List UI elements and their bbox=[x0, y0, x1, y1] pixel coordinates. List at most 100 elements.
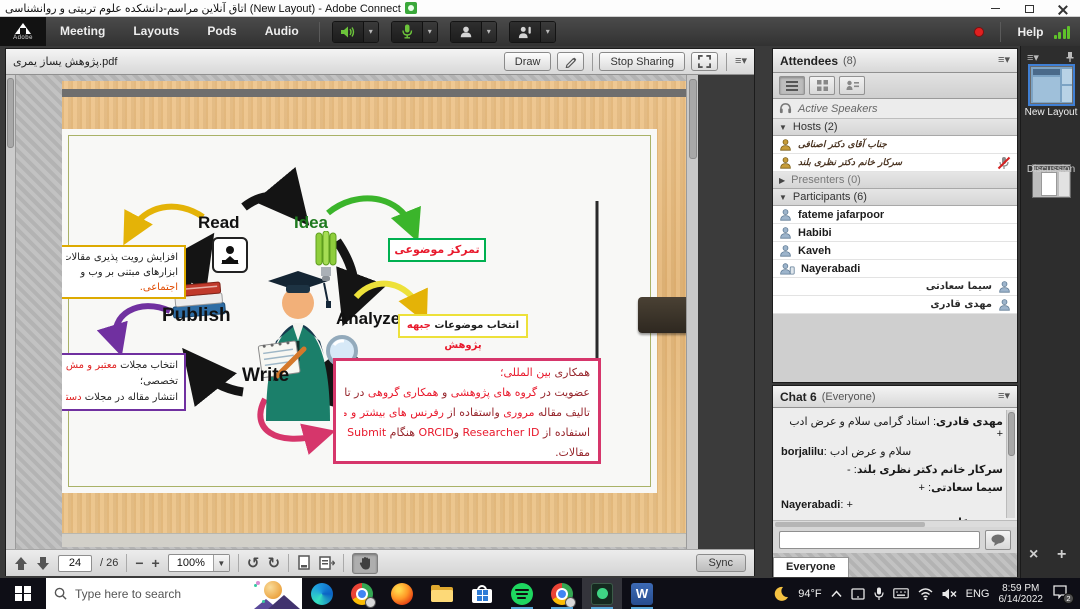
sync-button[interactable]: Sync bbox=[696, 554, 746, 572]
attendees-header: Attendees (8) ≡▾ bbox=[773, 49, 1017, 73]
webcam-button[interactable] bbox=[451, 22, 481, 42]
vertical-scrollbar-right[interactable] bbox=[686, 75, 698, 549]
participant-row[interactable]: مهدی قادری bbox=[773, 296, 1017, 314]
recording-indicator-icon[interactable] bbox=[974, 27, 984, 37]
participant-row[interactable]: Nayerabadi bbox=[773, 260, 1017, 278]
tablet-icon[interactable] bbox=[851, 588, 865, 600]
list-view-button[interactable] bbox=[779, 76, 805, 95]
taskbar-chrome-profile[interactable] bbox=[542, 578, 582, 609]
wifi-icon[interactable] bbox=[918, 588, 933, 600]
zoom-in-button[interactable]: + bbox=[152, 556, 160, 570]
microphone-button[interactable] bbox=[392, 22, 422, 42]
menu-layouts[interactable]: Layouts bbox=[119, 17, 193, 46]
clock[interactable]: 8:59 PM 6/14/2022 bbox=[999, 583, 1044, 605]
pointer-tool-button[interactable] bbox=[557, 52, 584, 71]
fullscreen-button[interactable] bbox=[691, 52, 718, 71]
scrollbar-thumb[interactable] bbox=[689, 79, 697, 159]
action-center-button[interactable]: 2 bbox=[1052, 585, 1072, 603]
fit-width-button[interactable] bbox=[319, 555, 335, 571]
participant-row[interactable]: Kaveh bbox=[773, 242, 1017, 260]
page-number-input[interactable] bbox=[58, 555, 92, 572]
start-button[interactable] bbox=[0, 578, 46, 609]
taskbar-search[interactable]: Type here to search bbox=[46, 578, 302, 609]
breakout-view-button[interactable] bbox=[809, 76, 835, 95]
zoom-select[interactable]: 100% ▼ bbox=[168, 554, 230, 572]
participant-row[interactable]: سیما سعادتی bbox=[773, 278, 1017, 296]
zoom-dropdown-caret[interactable]: ▼ bbox=[213, 555, 229, 571]
taskbar-store[interactable] bbox=[462, 578, 502, 609]
speaker-button[interactable] bbox=[333, 22, 363, 42]
webcam-dropdown[interactable]: ▾ bbox=[481, 22, 496, 42]
rotate-left-button[interactable]: ↺ bbox=[247, 556, 260, 571]
menu-pods[interactable]: Pods bbox=[193, 17, 250, 46]
vertical-scrollbar-left[interactable] bbox=[6, 75, 16, 549]
temperature-label[interactable]: 94°F bbox=[798, 588, 821, 600]
layout-label-discussion[interactable]: Discussion bbox=[1021, 164, 1080, 175]
connection-status-icon[interactable] bbox=[1054, 25, 1071, 39]
scrollbar-thumb[interactable] bbox=[7, 78, 14, 148]
hand-icon bbox=[359, 556, 372, 570]
participant-row[interactable]: Habibi bbox=[773, 224, 1017, 242]
volume-muted-icon[interactable] bbox=[942, 588, 957, 600]
scrollbar-thumb[interactable] bbox=[1008, 412, 1015, 456]
raise-hand-button[interactable] bbox=[510, 22, 540, 42]
collapse-triangle-icon: ▼ bbox=[779, 123, 787, 132]
touch-keyboard-icon[interactable] bbox=[893, 588, 909, 600]
previous-page-button[interactable] bbox=[14, 556, 28, 571]
chat-message-input[interactable] bbox=[779, 531, 980, 549]
menu-audio[interactable]: Audio bbox=[251, 17, 313, 46]
chat-horizontal-scrollbar[interactable] bbox=[773, 520, 1017, 527]
speaker-dropdown[interactable]: ▾ bbox=[363, 22, 378, 42]
zoom-out-button[interactable]: − bbox=[135, 556, 143, 570]
participant-row[interactable]: fateme jafarpoor bbox=[773, 206, 1017, 224]
chat-vertical-scrollbar[interactable] bbox=[1006, 410, 1015, 518]
status-view-button[interactable] bbox=[839, 76, 865, 95]
fit-page-button[interactable] bbox=[297, 555, 311, 571]
help-menu[interactable]: Help bbox=[1017, 25, 1043, 39]
microphone-dropdown[interactable]: ▾ bbox=[422, 22, 437, 42]
layout-label-new-layout[interactable]: New Layout bbox=[1021, 107, 1080, 118]
layout-thumbnail-new-layout[interactable] bbox=[1030, 66, 1073, 104]
stop-sharing-button[interactable]: Stop Sharing bbox=[599, 52, 685, 71]
taskbar-file-explorer[interactable] bbox=[422, 578, 462, 609]
chat-tab-everyone[interactable]: Everyone bbox=[773, 557, 849, 577]
host-row[interactable]: سرکار خانم دکتر نظری بلند bbox=[773, 154, 1017, 172]
host-row[interactable]: جناب آقای دکتر اصنافی bbox=[773, 136, 1017, 154]
attendees-pod-menu-button[interactable]: ≡▾ bbox=[998, 55, 1010, 66]
send-message-button[interactable] bbox=[985, 530, 1011, 550]
language-indicator[interactable]: ENG bbox=[966, 588, 990, 600]
participants-section-header[interactable]: ▼ Participants (6) bbox=[773, 189, 1017, 206]
status-dropdown[interactable]: ▾ bbox=[540, 22, 555, 42]
chat-pod-menu-button[interactable]: ≡▾ bbox=[998, 391, 1010, 402]
close-button[interactable] bbox=[1046, 0, 1080, 17]
hosts-section-header[interactable]: ▼ Hosts (2) bbox=[773, 119, 1017, 136]
minimize-button[interactable] bbox=[978, 0, 1012, 17]
date-label: 6/14/2022 bbox=[999, 594, 1044, 605]
pan-tool-button[interactable] bbox=[352, 553, 378, 574]
share-pod-menu-button[interactable]: ≡▾ bbox=[735, 56, 747, 67]
taskbar-spotify[interactable] bbox=[502, 578, 542, 609]
taskbar-edge[interactable] bbox=[302, 578, 342, 609]
layouts-rail-menu-button[interactable]: ≡▾ bbox=[1027, 51, 1039, 64]
maximize-button[interactable] bbox=[1012, 0, 1046, 17]
taskbar-adobe-connect[interactable] bbox=[582, 578, 622, 609]
taskbar-firefox[interactable] bbox=[382, 578, 422, 609]
tray-chevron-icon[interactable] bbox=[831, 590, 842, 598]
taskbar-chrome[interactable] bbox=[342, 578, 382, 609]
status-control: ▾ bbox=[509, 21, 556, 43]
pin-icon[interactable] bbox=[1065, 51, 1075, 62]
presenters-section-header[interactable]: ▶ Presenters (0) bbox=[773, 172, 1017, 189]
weather-moon-icon[interactable] bbox=[773, 586, 789, 602]
close-pod-icon[interactable]: × bbox=[1029, 546, 1038, 564]
menu-meeting[interactable]: Meeting bbox=[46, 17, 119, 46]
rotate-right-button[interactable]: ↻ bbox=[267, 556, 280, 571]
adobe-logo[interactable]: Adobe bbox=[0, 17, 46, 46]
adobe-a-icon bbox=[15, 23, 31, 34]
draw-button[interactable]: Draw bbox=[504, 52, 552, 71]
add-pod-icon[interactable]: + bbox=[1057, 546, 1066, 564]
search-placeholder: Type here to search bbox=[75, 587, 181, 601]
taskbar-word[interactable]: W bbox=[622, 578, 662, 609]
participant-icon bbox=[779, 226, 792, 239]
tray-microphone-icon[interactable] bbox=[874, 587, 884, 601]
next-page-button[interactable] bbox=[36, 556, 50, 571]
